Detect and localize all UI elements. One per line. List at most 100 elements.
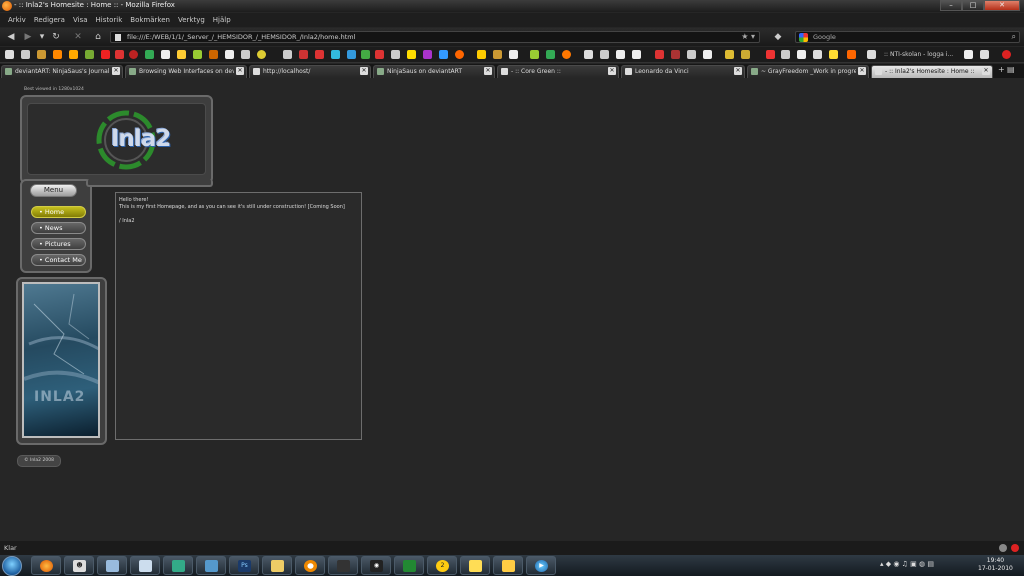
- minimize-button[interactable]: –: [940, 0, 962, 11]
- taskbar-app6[interactable]: [460, 556, 490, 575]
- bookmark-icon[interactable]: [69, 50, 78, 59]
- bookmark-icon[interactable]: [781, 50, 790, 59]
- bookmark-icon[interactable]: [361, 50, 370, 59]
- bookmark-icon[interactable]: [616, 50, 625, 59]
- bookmark-icon[interactable]: [829, 50, 838, 59]
- taskbar-explorer[interactable]: [493, 556, 523, 575]
- bookmark-icon[interactable]: [867, 50, 876, 59]
- tab-localhost[interactable]: http://localhost/ ✕: [249, 65, 371, 78]
- taskbar-alien[interactable]: ☻: [64, 556, 94, 575]
- taskbar-app4[interactable]: [328, 556, 358, 575]
- tab-inla2-homesite[interactable]: - :: Inla2's Homesite : Home :: ✕: [871, 65, 993, 78]
- bookmark-star-icon[interactable]: ★ ▾: [741, 32, 755, 41]
- start-button[interactable]: [2, 556, 22, 576]
- tab-core-green[interactable]: - :: Core Green :: ✕: [497, 65, 619, 78]
- maximize-button[interactable]: □: [962, 0, 984, 11]
- bookmark-icon[interactable]: [964, 50, 973, 59]
- taskbar-steam[interactable]: ◉: [361, 556, 391, 575]
- tab-close-icon[interactable]: ✕: [608, 67, 616, 75]
- bookmark-icon[interactable]: [741, 50, 750, 59]
- status-addon-icon[interactable]: [999, 544, 1007, 552]
- menu-contact-button[interactable]: • Contact Me: [31, 254, 86, 266]
- tab-close-icon[interactable]: ✕: [982, 67, 990, 75]
- menu-historik[interactable]: Historik: [92, 13, 127, 27]
- bookmark-label[interactable]: :: NTI-skolan - logga i...: [884, 51, 953, 58]
- close-button[interactable]: ✕: [984, 0, 1020, 11]
- clock[interactable]: 19:40 17-01-2010: [978, 557, 1013, 573]
- taskbar-firefox[interactable]: [31, 556, 61, 575]
- tab-close-icon[interactable]: ✕: [858, 67, 866, 75]
- tab-close-icon[interactable]: ✕: [484, 67, 492, 75]
- address-bar[interactable]: file:///E:/WEB/1/1/_Server_/_HEMSIDOR_/_…: [110, 31, 760, 43]
- bookmark-icon[interactable]: [21, 50, 30, 59]
- bookmark-icon[interactable]: [129, 50, 138, 59]
- system-tray[interactable]: ▴ ◆ ◉ ♫ ▣ ◍ ▤: [880, 560, 934, 568]
- tab-close-icon[interactable]: ✕: [112, 67, 120, 75]
- bookmark-icon[interactable]: [407, 50, 416, 59]
- forward-icon[interactable]: ▶: [22, 32, 34, 42]
- menu-hjalp[interactable]: Hjälp: [209, 13, 235, 27]
- bookmark-icon[interactable]: [177, 50, 186, 59]
- taskbar-messenger[interactable]: [163, 556, 193, 575]
- taskbar-photoshop[interactable]: Ps: [229, 556, 259, 575]
- taskbar-app3[interactable]: [262, 556, 292, 575]
- taskbar-blender[interactable]: [295, 556, 325, 575]
- stop-icon[interactable]: ✕: [72, 32, 84, 42]
- bookmark-icon[interactable]: [115, 50, 124, 59]
- bookmark-icon[interactable]: [193, 50, 202, 59]
- menu-pictures-button[interactable]: • Pictures: [31, 238, 86, 250]
- tab-list-icon[interactable]: ▤: [1007, 65, 1015, 74]
- bookmark-icon[interactable]: [439, 50, 448, 59]
- menu-arkiv[interactable]: Arkiv: [4, 13, 30, 27]
- tab-close-icon[interactable]: ✕: [236, 67, 244, 75]
- new-tab-icon[interactable]: +: [998, 65, 1005, 74]
- addon-shield-icon[interactable]: ◆: [772, 32, 784, 42]
- bookmark-icon[interactable]: [562, 50, 571, 59]
- tab-close-icon[interactable]: ✕: [734, 67, 742, 75]
- bookmark-icon[interactable]: [725, 50, 734, 59]
- bookmark-icon[interactable]: [813, 50, 822, 59]
- bookmark-icon[interactable]: [671, 50, 680, 59]
- bookmark-icon[interactable]: [1002, 50, 1011, 59]
- tab-leonardo-da-vinci[interactable]: Leonardo da Vinci ✕: [621, 65, 745, 78]
- taskbar-app5[interactable]: 2: [427, 556, 457, 575]
- search-input[interactable]: Google ⌕: [795, 31, 1020, 43]
- bookmark-icon[interactable]: [687, 50, 696, 59]
- bookmark-icon[interactable]: [509, 50, 518, 59]
- menu-home-button[interactable]: • Home: [31, 206, 86, 218]
- taskbar-app2[interactable]: [196, 556, 226, 575]
- bookmark-icon[interactable]: [766, 50, 775, 59]
- menu-verktyg[interactable]: Verktyg: [174, 13, 209, 27]
- bookmark-icon[interactable]: [299, 50, 308, 59]
- bookmark-icon[interactable]: [600, 50, 609, 59]
- status-stop-icon[interactable]: [1011, 544, 1019, 552]
- menu-redigera[interactable]: Redigera: [30, 13, 69, 27]
- menu-bokmarken[interactable]: Bokmärken: [126, 13, 174, 27]
- bookmark-icon[interactable]: [584, 50, 593, 59]
- bookmark-icon[interactable]: [347, 50, 356, 59]
- bookmark-icon[interactable]: [5, 50, 14, 59]
- bookmark-icon[interactable]: [980, 50, 989, 59]
- bookmark-icon[interactable]: [847, 50, 856, 59]
- back-icon[interactable]: ◀: [5, 32, 17, 42]
- bookmark-icon[interactable]: [546, 50, 555, 59]
- tab-ninjasaus[interactable]: NinjaSaus on deviantART ✕: [373, 65, 495, 78]
- home-icon[interactable]: ⌂: [92, 32, 104, 42]
- menu-visa[interactable]: Visa: [69, 13, 92, 27]
- bookmark-icon[interactable]: [797, 50, 806, 59]
- bookmark-icon[interactable]: [225, 50, 234, 59]
- bookmark-icon[interactable]: [53, 50, 62, 59]
- taskbar-notepad[interactable]: [130, 556, 160, 575]
- bookmark-icon[interactable]: [145, 50, 154, 59]
- bookmark-icon[interactable]: [209, 50, 218, 59]
- bookmark-icon[interactable]: [315, 50, 324, 59]
- taskbar-mediaplayer[interactable]: ▶: [526, 556, 556, 575]
- tab-close-icon[interactable]: ✕: [360, 67, 368, 75]
- bookmark-icon[interactable]: [241, 50, 250, 59]
- history-dropdown-icon[interactable]: ▾: [36, 32, 48, 42]
- taskbar-app[interactable]: [97, 556, 127, 575]
- bookmark-icon[interactable]: [455, 50, 464, 59]
- tab-deviantart-journal[interactable]: deviantART: NinjaSaus's Journal ✕: [1, 65, 123, 78]
- search-icon[interactable]: ⌕: [1012, 32, 1016, 42]
- bookmark-icon[interactable]: [257, 50, 266, 59]
